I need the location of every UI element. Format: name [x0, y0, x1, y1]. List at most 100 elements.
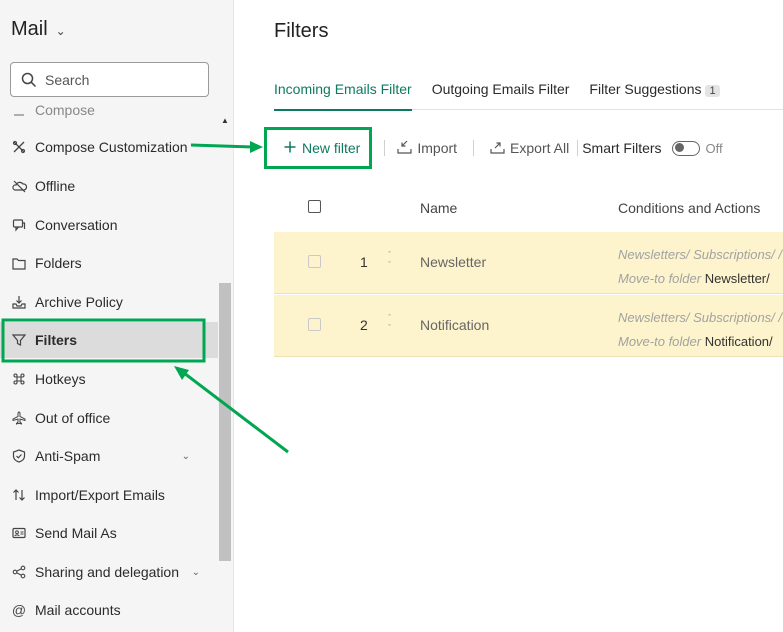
reorder-arrows-icon[interactable]: ˆˇ — [388, 313, 391, 333]
action-prefix: Move-to folder — [618, 271, 702, 286]
sidebar-item-label: Filters — [35, 332, 78, 348]
sidebar-item-sharing-delegation[interactable]: Sharing and delegation ⌄ — [0, 554, 218, 590]
share-icon — [10, 563, 28, 581]
export-icon — [490, 140, 505, 157]
sidebar-item-offline[interactable]: Offline — [0, 168, 218, 204]
sidebar-item-mail-accounts[interactable]: @ Mail accounts — [0, 592, 218, 628]
import-export-icon — [10, 486, 28, 504]
new-filter-button[interactable]: New filter — [264, 127, 373, 169]
table-row[interactable]: 1 ˆˇ Newsletter Newsletters/ Subscriptio… — [274, 232, 783, 294]
send-mail-as-icon — [10, 524, 28, 542]
import-label: Import — [417, 140, 458, 156]
sidebar-item-label: Import/Export Emails — [35, 487, 165, 503]
shield-check-icon — [10, 447, 28, 465]
import-button[interactable]: Import — [397, 140, 457, 157]
import-icon — [397, 140, 412, 157]
folder-icon — [10, 254, 28, 272]
sidebar-item-archive-policy[interactable]: Archive Policy — [0, 284, 218, 320]
sidebar-item-label: Mail accounts — [35, 602, 121, 618]
sidebar-item-label: Folders — [35, 255, 82, 271]
plus-icon — [284, 140, 296, 156]
select-all-checkbox[interactable] — [308, 200, 321, 213]
tab-label: Outgoing Emails Filter — [431, 81, 570, 97]
filter-icon — [10, 331, 28, 349]
condition-text: Newsletters/ Subscriptions/ / — [618, 310, 783, 325]
row-checkbox[interactable] — [308, 255, 321, 268]
settings-sidebar: Mail ⌄ Compose Compose Customization Off… — [0, 0, 234, 632]
smart-filters-toggle[interactable] — [671, 140, 700, 156]
toolbar-divider — [473, 140, 475, 156]
row-checkbox[interactable] — [308, 318, 321, 331]
search-box[interactable] — [10, 62, 209, 97]
sidebar-item-label: Compose Customization — [35, 139, 188, 155]
sidebar-item-filters[interactable]: Filters — [0, 322, 218, 358]
search-icon — [21, 72, 37, 88]
tab-incoming-emails-filter[interactable]: Incoming Emails Filter — [274, 78, 412, 111]
action-folder: Newsletter/ — [704, 271, 770, 286]
action-folder: Notification/ — [704, 334, 773, 349]
settings-nav: Compose Compose Customization Offline Co… — [0, 100, 218, 632]
sidebar-item-compose[interactable]: Compose — [0, 100, 218, 128]
sidebar-item-label: Out of office — [35, 410, 111, 426]
sidebar-item-label: Anti-Spam — [35, 448, 101, 464]
action-prefix: Move-to folder — [618, 334, 702, 349]
filter-toolbar: New filter Import Export All Smart Filte… — [264, 127, 723, 169]
toggle-state-label: Off — [705, 140, 723, 156]
customization-icon — [10, 138, 28, 156]
sidebar-scrollbar[interactable]: ▲ — [218, 116, 232, 632]
sidebar-item-label: Hotkeys — [35, 371, 86, 387]
action-text: Move-to folder Notification/ — [618, 330, 782, 354]
sidebar-item-label: Offline — [35, 178, 76, 194]
sidebar-item-label: Conversation — [35, 217, 118, 233]
toolbar-divider — [577, 140, 579, 156]
chevron-down-icon[interactable]: ⌄ — [182, 451, 190, 462]
sidebar-item-conversation[interactable]: Conversation — [0, 207, 218, 243]
compose-icon — [10, 101, 28, 119]
new-filter-label: New filter — [302, 140, 361, 156]
sidebar-item-send-mail-as[interactable]: Send Mail As — [0, 515, 218, 551]
sidebar-item-label: Archive Policy — [35, 294, 123, 310]
search-input[interactable] — [45, 71, 195, 88]
archive-icon — [10, 293, 28, 311]
condition-text: Newsletters/ Subscriptions/ / — [618, 247, 783, 262]
tab-label: Incoming Emails Filter — [274, 81, 412, 97]
sidebar-item-import-export[interactable]: Import/Export Emails — [0, 477, 218, 513]
sidebar-item-out-of-office[interactable]: Out of office — [0, 400, 218, 436]
filter-name: Notification — [420, 317, 490, 333]
sidebar-item-label: Compose — [35, 102, 95, 118]
column-header-conditions: Conditions and Actions — [618, 200, 761, 216]
filters-panel: Filters Incoming Emails Filter Outgoing … — [234, 0, 783, 632]
sidebar-item-label: Sharing and delegation — [35, 564, 180, 580]
sidebar-item-anti-spam[interactable]: Anti-Spam ⌄ — [0, 438, 218, 474]
tab-filter-suggestions[interactable]: Filter Suggestions 1 — [589, 78, 720, 110]
sidebar-item-folders[interactable]: Folders — [0, 245, 218, 281]
filter-conditions: Newsletters/ Subscriptions/ / Move-to fo… — [618, 243, 782, 291]
page-title: Filters — [274, 20, 329, 42]
app-title: Mail — [11, 18, 48, 40]
table-header: Name Conditions and Actions — [274, 190, 783, 224]
sidebar-item-compose-customization[interactable]: Compose Customization — [0, 129, 218, 165]
sidebar-item-hotkeys[interactable]: Hotkeys — [0, 361, 218, 397]
offline-icon — [10, 177, 28, 195]
export-all-button[interactable]: Export All — [490, 140, 569, 157]
chevron-down-icon[interactable]: ⌄ — [192, 567, 200, 578]
tab-label: Filter Suggestions — [589, 81, 702, 97]
count-badge: 1 — [705, 85, 720, 97]
at-icon: @ — [11, 602, 27, 618]
scrollbar-thumb[interactable] — [219, 283, 231, 561]
tab-outgoing-emails-filter[interactable]: Outgoing Emails Filter — [432, 78, 570, 110]
airplane-icon — [10, 409, 28, 427]
command-key-icon — [10, 370, 28, 388]
smart-filters-label: Smart Filters — [582, 140, 662, 156]
smart-filters-control[interactable]: Smart Filters Off — [582, 140, 722, 156]
row-index: 2 — [360, 317, 368, 333]
toolbar-divider — [384, 140, 386, 156]
app-switcher[interactable]: Mail ⌄ — [11, 18, 66, 41]
sidebar-item-label: Send Mail As — [35, 525, 117, 541]
reorder-arrows-icon[interactable]: ˆˇ — [388, 250, 391, 270]
row-index: 1 — [360, 254, 368, 270]
filter-name: Newsletter — [420, 254, 487, 270]
scroll-up-arrow-icon[interactable]: ▲ — [221, 116, 229, 125]
column-header-name: Name — [420, 200, 458, 216]
table-row[interactable]: 2 ˆˇ Notification Newsletters/ Subscript… — [274, 295, 783, 357]
